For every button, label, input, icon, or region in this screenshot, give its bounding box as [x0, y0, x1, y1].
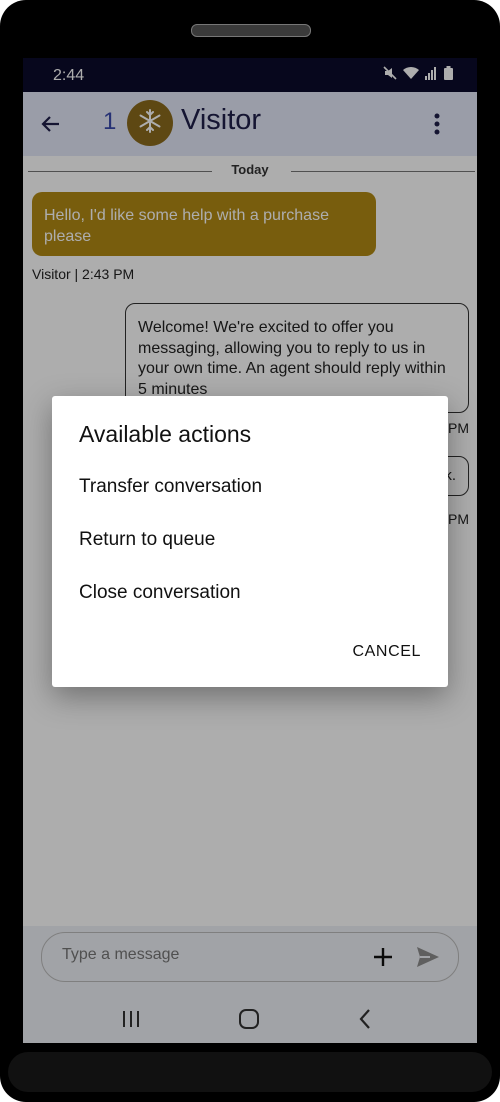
screen: 2:44 1 Visitor Today Hello, I'd like som…	[23, 58, 477, 1043]
cancel-button[interactable]: CANCEL	[352, 643, 421, 661]
phone-chin	[8, 1052, 492, 1092]
phone-frame: 2:44 1 Visitor Today Hello, I'd like som…	[0, 0, 500, 1102]
actions-dialog: Available actions Transfer conversation …	[52, 396, 448, 687]
return-to-queue-option[interactable]: Return to queue	[79, 529, 215, 551]
transfer-conversation-option[interactable]: Transfer conversation	[79, 476, 262, 498]
dialog-title: Available actions	[79, 421, 252, 447]
close-conversation-option[interactable]: Close conversation	[79, 582, 241, 604]
earpiece-speaker	[191, 24, 311, 37]
